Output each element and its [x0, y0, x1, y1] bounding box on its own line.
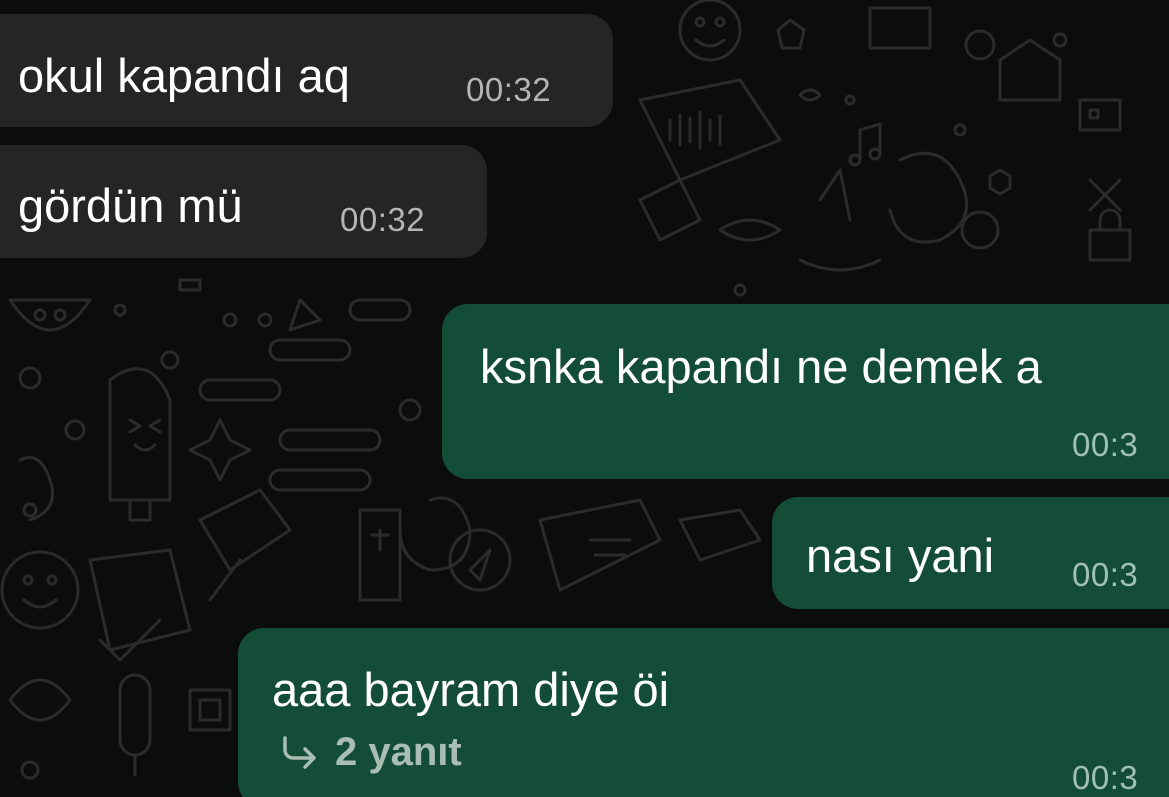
message-time: 00:32	[340, 201, 426, 238]
message-text: aaa bayram diye öi	[272, 663, 670, 716]
replies-count-label: 2 yanıt	[335, 729, 462, 774]
message-text: okul kapandı aq	[18, 49, 350, 102]
thread-replies-link[interactable]: 2 yanıt	[277, 730, 462, 774]
message-time: 00:3	[1072, 759, 1139, 796]
message-time: 00:3	[1072, 556, 1139, 593]
message-time: 00:3	[1072, 426, 1139, 463]
message-text: nası yani	[806, 529, 995, 582]
reply-arrow-icon	[283, 736, 316, 769]
message-time: 00:32	[466, 71, 552, 108]
message-text: ksnka kapandı ne demek a	[480, 340, 1042, 393]
message-text: gördün mü	[18, 179, 243, 232]
